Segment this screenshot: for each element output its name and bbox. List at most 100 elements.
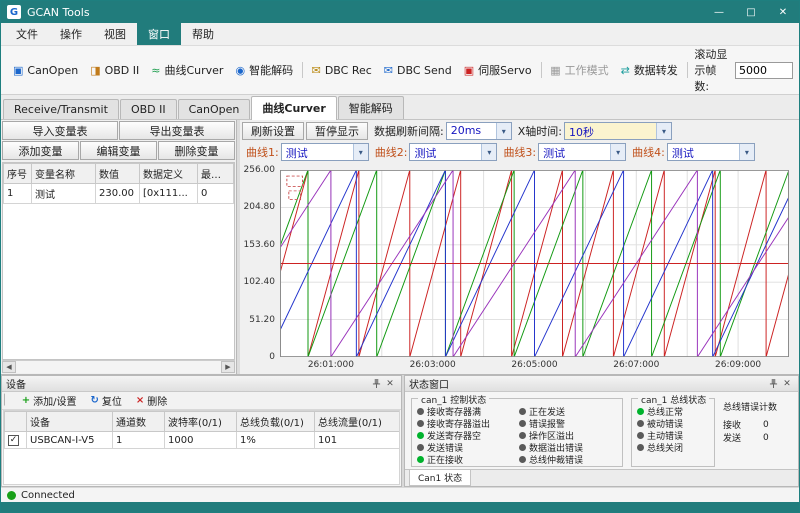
pin-icon[interactable] [766, 377, 780, 390]
maximize-button[interactable]: □ [735, 1, 767, 23]
toolbar-decode-button[interactable]: ◉ 智能解码 [229, 59, 299, 81]
scroll-frames-input[interactable] [735, 62, 793, 79]
chevron-down-icon: ▾ [739, 144, 754, 160]
cell-checkbox [5, 432, 27, 449]
device-row[interactable]: USBCAN-I-V5 1 1000 1% 101 [5, 432, 400, 449]
status-dot [519, 444, 526, 451]
status-item-label: 正在发送 [529, 405, 565, 417]
status-dot [637, 444, 644, 451]
toolbar-forward-label: 数据转发 [634, 62, 678, 78]
tab-curve[interactable]: 曲线Curver [251, 96, 336, 120]
status-dot [519, 432, 526, 439]
col-channels[interactable]: 通道数 [113, 412, 165, 432]
toolbar-obd-label: OBD II [105, 64, 140, 77]
menu-window[interactable]: 窗口 [137, 23, 181, 45]
menu-view[interactable]: 视图 [93, 23, 137, 45]
toolbar-dbc-rec-label: DBC Rec [325, 64, 372, 77]
minimize-button[interactable]: — [703, 1, 735, 23]
cell-channels: 1 [113, 432, 165, 449]
scroll-right-icon[interactable]: ▶ [221, 361, 235, 373]
rx-label: 接收 [723, 418, 763, 431]
close-icon[interactable]: ✕ [383, 377, 397, 390]
add-variable-button[interactable]: 添加变量 [2, 141, 79, 160]
pin-icon[interactable] [369, 377, 383, 390]
col-min[interactable]: 最小值 [198, 164, 234, 184]
col-bus-load[interactable]: 总线负载(0/1) [237, 412, 315, 432]
status-dot [637, 432, 644, 439]
scroll-frames-label: 滚动显示帧数: [694, 46, 731, 94]
smart-decode-icon: ◉ [235, 65, 245, 76]
status-item: 正在发送 [519, 405, 617, 417]
close-icon[interactable]: ✕ [780, 377, 794, 390]
col-value[interactable]: 数值 [96, 164, 140, 184]
device-add-button[interactable]: + 添加/设置 [16, 392, 83, 409]
curve-controls-row1: 刷新设置 暂停显示 数据刷新间隔: 20ms ▾ X轴时间: 10秒 ▾ [240, 120, 799, 141]
curve1-select[interactable]: 测试 ▾ [281, 143, 369, 161]
toolbar-canopen-button[interactable]: ▣ CanOpen [7, 61, 84, 80]
curve4-value: 测试 [668, 144, 739, 160]
export-variables-button[interactable]: 导出变量表 [119, 121, 235, 140]
tab-smart-decode[interactable]: 智能解码 [338, 96, 404, 119]
cell-bus-flow: 101 [315, 432, 400, 449]
status-item: 主动错误 [637, 429, 709, 441]
obd-icon: ◨ [90, 65, 100, 76]
curve-chart-svg [280, 170, 789, 357]
variable-row[interactable]: 1 测试 230.00 [0x111... 0 [4, 184, 234, 204]
toolbar-workmode-button[interactable]: ▦ 工作模式 [544, 59, 614, 81]
status-item-label: 发送寄存器空 [427, 429, 481, 441]
close-button[interactable]: ✕ [767, 1, 799, 23]
interval-select[interactable]: 20ms ▾ [446, 122, 512, 140]
status-dot [519, 420, 526, 427]
device-delete-button[interactable]: × 删除 [130, 392, 173, 409]
col-bus-flow[interactable]: 总线流量(0/1) [315, 412, 400, 432]
connection-status-text: Connected [21, 490, 75, 501]
pause-display-button[interactable]: 暂停显示 [306, 122, 368, 140]
toolbar-dbc-send-button[interactable]: ✉ DBC Send [378, 61, 458, 80]
toolbar-curve-button[interactable]: ≈ 曲线Curver [145, 59, 229, 81]
tab-obd[interactable]: OBD II [120, 99, 177, 119]
col-index[interactable]: 序号 [4, 164, 32, 184]
curve3-select[interactable]: 测试 ▾ [538, 143, 626, 161]
device-checkbox[interactable] [8, 435, 19, 446]
main-area: 导入变量表 导出变量表 添加变量 编辑变量 删除变量 序号 变量名称 数值 数据 [1, 120, 799, 374]
menu-help[interactable]: 帮助 [181, 23, 225, 45]
import-variables-button[interactable]: 导入变量表 [2, 121, 118, 140]
work-mode-icon: ▦ [550, 65, 560, 76]
toolbar-obd-button[interactable]: ◨ OBD II [84, 61, 145, 80]
bus-status-title: can_1 总线状态 [638, 393, 709, 406]
cell-device: USBCAN-I-V5 [27, 432, 113, 449]
tab-receive-transmit[interactable]: Receive/Transmit [3, 99, 119, 119]
curve4-select[interactable]: 测试 ▾ [667, 143, 755, 161]
chevron-down-icon: ▾ [610, 144, 625, 160]
device-reset-button[interactable]: ↻ 复位 [84, 392, 127, 409]
status-item-label: 正在接收 [427, 453, 463, 465]
toolbar-forward-button[interactable]: ⇄ 数据转发 [615, 59, 684, 81]
col-definition[interactable]: 数据定义 [140, 164, 198, 184]
col-name[interactable]: 变量名称 [32, 164, 96, 184]
xaxis-time-select[interactable]: 10秒 ▾ [564, 122, 672, 140]
delete-variable-button[interactable]: 删除变量 [158, 141, 235, 160]
menu-file[interactable]: 文件 [5, 23, 49, 45]
tab-canopen[interactable]: CanOpen [178, 99, 251, 119]
status-item-label: 数据溢出错误 [529, 441, 583, 453]
col-baudrate[interactable]: 波特率(0/1) [165, 412, 237, 432]
horizontal-scrollbar[interactable]: ◀ ▶ [2, 360, 235, 373]
cell-index: 1 [4, 184, 32, 204]
variables-table-header: 序号 变量名称 数值 数据定义 最小值 [4, 164, 234, 184]
statusbar: Connected [1, 487, 799, 502]
col-device[interactable]: 设备 [27, 412, 113, 432]
tab-can1-status[interactable]: Can1 状态 [409, 470, 471, 486]
edit-variable-button[interactable]: 编辑变量 [80, 141, 157, 160]
scroll-left-icon[interactable]: ◀ [2, 361, 16, 373]
tx-label: 发送 [723, 431, 763, 444]
status-item-label: 总线仲裁错误 [529, 453, 583, 465]
bus-error-counter: 总线错误计数 接收 0 发送 0 [723, 398, 800, 467]
refresh-settings-button[interactable]: 刷新设置 [242, 122, 304, 140]
scroll-track[interactable] [16, 361, 221, 373]
menu-operation[interactable]: 操作 [49, 23, 93, 45]
tx-value: 0 [763, 433, 769, 443]
status-dot [417, 456, 424, 463]
curve2-select[interactable]: 测试 ▾ [409, 143, 497, 161]
toolbar-servo-button[interactable]: ▣ 伺服Servo [458, 59, 538, 81]
toolbar-dbc-rec-button[interactable]: ✉ DBC Rec [306, 61, 378, 80]
